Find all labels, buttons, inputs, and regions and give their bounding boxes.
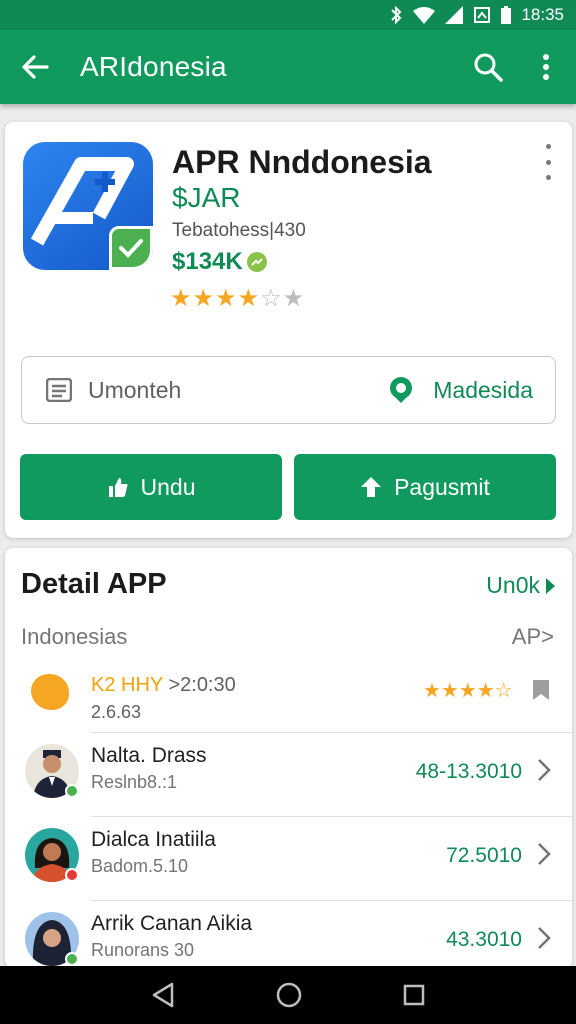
document-icon [46, 378, 72, 402]
row-divider [91, 900, 572, 901]
open-button[interactable]: Pagusmit [294, 454, 556, 520]
app-price: $JAR [172, 182, 241, 213]
info-right[interactable]: Madesida [387, 376, 555, 404]
signal-icon [445, 6, 464, 24]
upload-icon [361, 477, 382, 497]
battery-icon [501, 6, 512, 24]
featured-row[interactable]: K2 HHY >2:0:30 2.6.63 ★★★★☆ [5, 668, 572, 734]
info-left[interactable]: Umonteh [22, 377, 387, 404]
row-name: Dialca Inatiila [91, 828, 216, 851]
row-value: 43.3010 [446, 928, 522, 951]
app-logo [23, 142, 153, 270]
star-icon: ★ [192, 285, 216, 312]
row-subtitle: Runorans 30 [91, 940, 195, 960]
row-value: 48-13.3010 [415, 760, 522, 783]
chevron-right-icon [538, 843, 551, 865]
star-icon: ★ [215, 285, 238, 312]
nav-home-icon[interactable] [276, 982, 302, 1008]
status-dot-icon [65, 784, 79, 798]
trending-icon [246, 252, 267, 272]
install-button-label: Undu [140, 473, 196, 500]
star-icon: ★ [170, 285, 193, 312]
status-dot-icon [65, 952, 79, 966]
row-name: Nalta. Drass [91, 744, 207, 767]
list-item[interactable]: Dialca Inatiila Badom.5.10 72.5010 [5, 816, 572, 900]
app-rating-stars: ★★★★☆★ [170, 284, 305, 313]
downloads-count: $134K [172, 248, 243, 275]
list-item[interactable]: Arrik Canan Aikia Runorans 30 43.3010 [5, 900, 572, 968]
app-subtitle: Tebatohess|430 [172, 220, 306, 241]
status-bar: 18:35 [0, 0, 576, 30]
search-icon [474, 53, 503, 82]
featured-title-highlight: K2 HHY [91, 674, 163, 696]
row-name: Arrik Canan Aikia [91, 912, 253, 935]
back-button[interactable] [0, 30, 70, 104]
search-button[interactable] [460, 30, 516, 104]
bluetooth-icon [391, 6, 402, 24]
featured-rating-stars: ★★★★☆ [423, 680, 513, 702]
app-downloads: $134K [172, 248, 267, 276]
bookmark-icon[interactable] [533, 680, 549, 700]
chevron-right-icon [546, 577, 555, 594]
overflow-menu-button[interactable] [516, 30, 576, 104]
more-vert-icon [543, 54, 549, 80]
wifi-icon [413, 7, 436, 24]
nav-recents-icon[interactable] [403, 984, 425, 1006]
star-icon: ★ [282, 285, 306, 312]
screenshot-icon [474, 7, 491, 23]
details-card: Detail APP Un0k Indonesias AP> K2 HHY >2… [5, 548, 572, 968]
install-button[interactable]: Undu [20, 454, 282, 520]
system-nav-bar [0, 966, 576, 1024]
featured-title-time: >2:0:30 [168, 674, 236, 696]
location-pin-icon [390, 377, 413, 403]
row-subtitle: Reslnb8.:1 [91, 772, 178, 792]
info-right-label: Madesida [433, 376, 533, 403]
featured-title: K2 HHY >2:0:30 [91, 674, 236, 697]
star-icon: ☆ [260, 285, 283, 312]
app-bar-title: ARIdonesia [80, 51, 227, 82]
row-divider [91, 732, 572, 733]
status-dot-icon [65, 868, 79, 882]
star-icon: ★ [237, 285, 261, 312]
featured-subtitle: 2.6.63 [91, 702, 142, 722]
nav-back-icon[interactable] [151, 982, 175, 1008]
row-value: 72.5010 [446, 844, 522, 867]
details-more-label: Un0k [486, 572, 540, 598]
chevron-right-icon [538, 927, 551, 949]
app-name: APR Nnddonesia [172, 144, 432, 180]
featured-blob-icon [31, 674, 69, 710]
open-button-label: Pagusmit [394, 473, 490, 500]
details-title: Detail APP [21, 568, 167, 600]
details-subheader: Indonesias [21, 624, 128, 649]
info-box[interactable]: Umonteh Madesida [21, 356, 556, 424]
card-more-button[interactable] [541, 144, 555, 180]
thumbs-up-icon [108, 478, 127, 497]
app-card: APR Nnddonesia $JAR Tebatohess|430 $134K… [5, 122, 572, 538]
details-more-link[interactable]: Un0k [486, 572, 556, 599]
verified-badge-icon [109, 226, 153, 270]
info-left-label: Umonteh [88, 376, 182, 403]
status-time: 18:35 [521, 5, 564, 24]
list-item[interactable]: Nalta. Drass Reslnb8.:1 48-13.3010 [5, 732, 572, 816]
chevron-right-icon [538, 759, 551, 781]
app-bar: ARIdonesia [0, 30, 576, 104]
back-arrow-icon [22, 55, 49, 79]
details-subheader-action[interactable]: AP> [512, 624, 554, 650]
row-subtitle: Badom.5.10 [91, 856, 189, 876]
row-divider [91, 816, 572, 817]
